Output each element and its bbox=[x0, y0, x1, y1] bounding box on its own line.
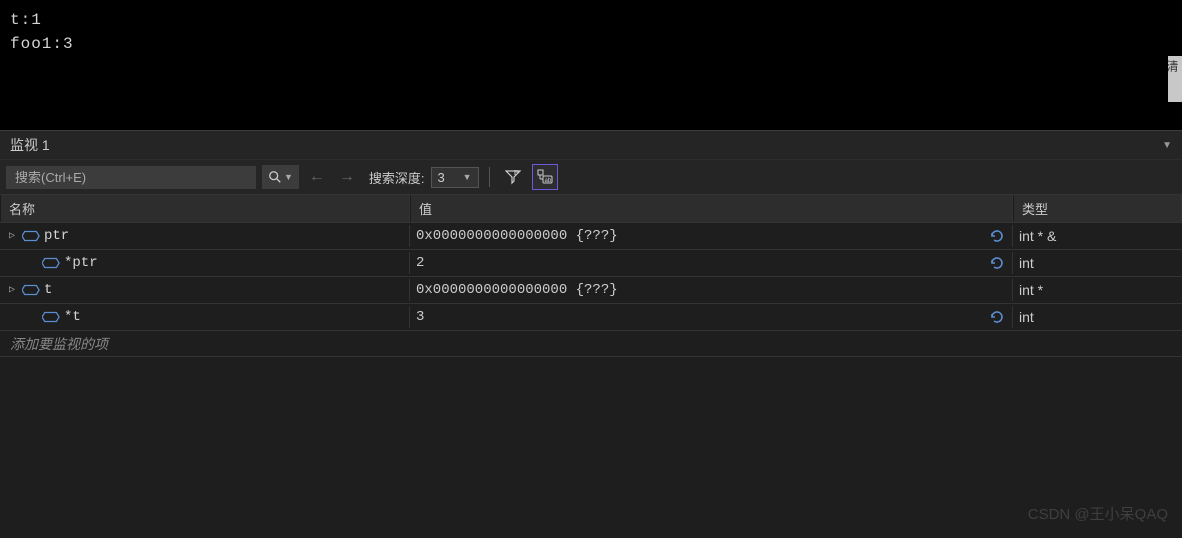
variable-name: *ptr bbox=[64, 255, 98, 271]
filter-icon bbox=[505, 169, 521, 185]
cell-type: int * bbox=[1013, 279, 1182, 301]
column-header-type[interactable]: 类型 bbox=[1013, 195, 1182, 222]
variable-value: 0x0000000000000000 {???} bbox=[416, 282, 618, 298]
cell-value: 0x0000000000000000 {???} bbox=[410, 279, 1013, 301]
depth-label: 搜索深度: bbox=[369, 168, 425, 187]
side-badge[interactable]: 清 bbox=[1168, 56, 1182, 102]
table-row[interactable]: ▷ ptr 0x0000000000000000 {???} int * & bbox=[0, 222, 1182, 249]
refresh-button[interactable] bbox=[988, 254, 1006, 272]
console-output: t:1 foo1:3 bbox=[0, 0, 1182, 130]
chevron-down-icon: ▼ bbox=[284, 172, 293, 182]
nav-back-button[interactable]: ← bbox=[305, 168, 329, 186]
chevron-down-icon[interactable]: ▼ bbox=[1162, 140, 1172, 151]
watermark: CSDN @王小呆QAQ bbox=[1028, 503, 1168, 524]
console-line: foo1:3 bbox=[10, 32, 1172, 56]
cell-value: 0x0000000000000000 {???} bbox=[410, 225, 1013, 247]
arrow-right-icon: → bbox=[339, 168, 355, 185]
variable-value: 2 bbox=[416, 255, 424, 271]
display-mode-button[interactable]: ab bbox=[532, 164, 558, 190]
variable-name: t bbox=[44, 282, 52, 298]
watch-panel-header[interactable]: 监视 1 ▼ bbox=[0, 130, 1182, 159]
watch-table-header: 名称 值 类型 bbox=[0, 194, 1182, 222]
variable-value: 0x0000000000000000 {???} bbox=[416, 228, 618, 244]
chevron-down-icon: ▼ bbox=[463, 172, 472, 182]
cell-name: ▷ ptr bbox=[0, 225, 410, 247]
column-header-name[interactable]: 名称 bbox=[0, 195, 410, 222]
svg-text:ab: ab bbox=[544, 178, 551, 184]
cell-type: int bbox=[1013, 252, 1182, 274]
nav-forward-button[interactable]: → bbox=[335, 168, 359, 186]
console-line: t:1 bbox=[10, 8, 1172, 32]
cell-type: int * & bbox=[1013, 225, 1182, 247]
cell-value: 3 bbox=[410, 306, 1013, 328]
table-row[interactable]: *ptr 2 int bbox=[0, 249, 1182, 276]
column-header-value[interactable]: 值 bbox=[410, 195, 1013, 222]
search-input[interactable] bbox=[6, 166, 256, 189]
toolbar-separator bbox=[489, 167, 490, 187]
variable-icon bbox=[42, 311, 60, 324]
variable-value: 3 bbox=[416, 309, 424, 325]
refresh-icon bbox=[989, 309, 1005, 325]
cell-name: ▷ t bbox=[0, 279, 410, 301]
refresh-button[interactable] bbox=[988, 227, 1006, 245]
add-watch-item[interactable]: 添加要监视的项 bbox=[0, 330, 1182, 357]
depth-select[interactable]: 3 ▼ bbox=[431, 167, 479, 188]
variable-icon bbox=[22, 284, 40, 297]
refresh-button[interactable] bbox=[988, 308, 1006, 326]
variable-name: *t bbox=[64, 309, 81, 325]
cell-name: *ptr bbox=[0, 252, 410, 274]
arrow-left-icon: ← bbox=[309, 168, 325, 185]
cell-type: int bbox=[1013, 306, 1182, 328]
variable-icon bbox=[22, 230, 40, 243]
variable-icon bbox=[42, 257, 60, 270]
display-mode-icon: ab bbox=[537, 169, 553, 185]
depth-value: 3 bbox=[438, 170, 445, 185]
refresh-icon bbox=[989, 228, 1005, 244]
search-button[interactable]: ▼ bbox=[262, 165, 299, 189]
cell-name: *t bbox=[0, 306, 410, 328]
watch-table-body: ▷ ptr 0x0000000000000000 {???} int * & *… bbox=[0, 222, 1182, 357]
panel-title: 监视 1 bbox=[10, 135, 50, 155]
filter-button[interactable] bbox=[500, 164, 526, 190]
expand-arrow-icon[interactable]: ▷ bbox=[6, 284, 18, 296]
search-icon bbox=[268, 170, 282, 184]
variable-name: ptr bbox=[44, 228, 69, 244]
table-row[interactable]: *t 3 int bbox=[0, 303, 1182, 330]
watch-toolbar: ▼ ← → 搜索深度: 3 ▼ ab bbox=[0, 159, 1182, 194]
cell-value: 2 bbox=[410, 252, 1013, 274]
refresh-icon bbox=[989, 255, 1005, 271]
table-row[interactable]: ▷ t 0x0000000000000000 {???} int * bbox=[0, 276, 1182, 303]
expand-arrow-icon[interactable]: ▷ bbox=[6, 230, 18, 242]
